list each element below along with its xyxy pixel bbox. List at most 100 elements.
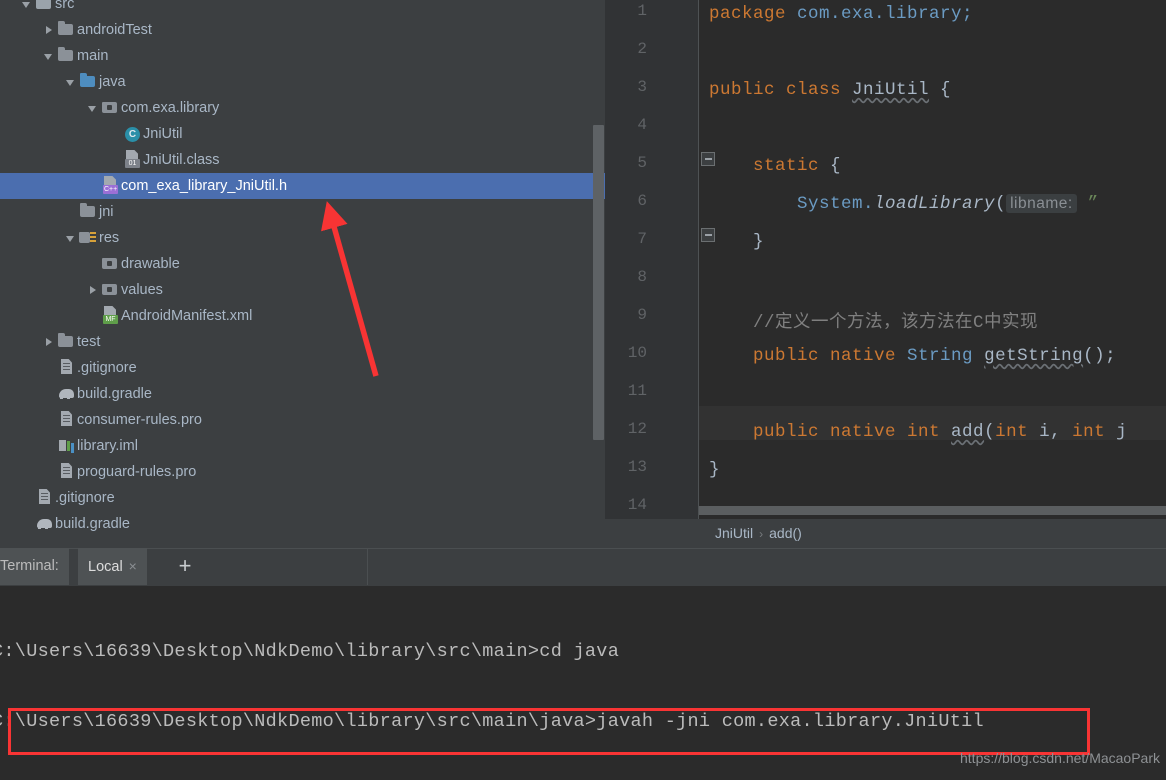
chevron-down-icon[interactable]: [44, 43, 57, 69]
code-token: loadLibrary: [874, 194, 996, 214]
breadcrumb[interactable]: JniUtil › add(): [715, 519, 802, 548]
code-token: com.exa.library;: [797, 4, 974, 24]
code-token: }: [709, 232, 765, 252]
tree-arrow-placeholder: [44, 381, 57, 407]
tree-item-androidtest[interactable]: androidTest: [0, 17, 605, 43]
line-number: 10: [627, 344, 647, 362]
chevron-right-icon[interactable]: [88, 277, 101, 303]
tree-item-build-gradle[interactable]: build.gradle: [0, 511, 605, 537]
code-line[interactable]: System.loadLibrary(libname: ”: [709, 194, 1099, 214]
line-number: 14: [627, 496, 647, 514]
tree-arrow-placeholder: [44, 355, 57, 381]
tree-arrow-placeholder: [110, 121, 123, 147]
code-line[interactable]: public native String getString();: [709, 346, 1116, 366]
add-terminal-tab-button[interactable]: +: [170, 548, 200, 585]
iml-module-file-icon: [57, 433, 77, 459]
editor-gutter[interactable]: 1 2 3 4 5 6 7 8 9 10 11 12 13 14: [605, 0, 699, 519]
tree-item-jniutil-class[interactable]: JniUtil.class: [0, 147, 605, 173]
code-token: public native int: [753, 422, 952, 442]
watermark: https://blog.csdn.net/MacaoPark: [960, 750, 1160, 766]
res-folder-icon: [79, 225, 99, 251]
chevron-down-icon[interactable]: [22, 0, 35, 17]
line-number: 8: [637, 268, 647, 286]
ide-window: srcandroidTest main java com.exa.library Jni…: [0, 0, 1166, 780]
terminal-tab-local[interactable]: Local ×: [78, 548, 147, 585]
chevron-down-icon[interactable]: [66, 225, 79, 251]
tree-item-main[interactable]: main: [0, 43, 605, 69]
code-line[interactable]: static {: [709, 156, 841, 176]
folder-icon: [57, 43, 77, 69]
tree-item-gitignore[interactable]: .gitignore: [0, 355, 605, 381]
chevron-right-icon[interactable]: [44, 17, 57, 43]
tree-arrow-placeholder: [88, 251, 101, 277]
tree-item-consumer-rules-pro[interactable]: consumer-rules.pro: [0, 407, 605, 433]
chevron-right-icon[interactable]: [44, 329, 57, 355]
code-token: package: [709, 4, 798, 24]
terminal-title: Terminal:: [0, 548, 69, 585]
code-token: {: [929, 80, 952, 100]
chevron-down-icon[interactable]: [66, 69, 79, 95]
tree-item-label: JniUtil.class: [143, 152, 220, 168]
code-editor[interactable]: 1 2 3 4 5 6 7 8 9 10 11 12 13 14 package com.exa.libr…: [605, 0, 1166, 548]
code-line[interactable]: }: [709, 232, 764, 252]
editor-horizontal-scrollbar[interactable]: [699, 506, 1166, 515]
tree-item-src[interactable]: src: [0, 0, 605, 17]
tree-item-proguard-rules-pro[interactable]: proguard-rules.pro: [0, 459, 605, 485]
tree-item-gitignore[interactable]: .gitignore: [0, 485, 605, 511]
close-icon[interactable]: ×: [123, 558, 137, 574]
manifest-file-icon: [101, 303, 121, 329]
folder-icon: [79, 199, 99, 225]
code-line[interactable]: //定义一个方法，该方法在C中实现: [709, 308, 1038, 333]
code-line[interactable]: public class JniUtil {: [709, 80, 951, 100]
project-tree-scrollbar[interactable]: [593, 125, 604, 440]
code-line[interactable]: }: [709, 460, 720, 480]
project-tool-window[interactable]: srcandroidTest main java com.exa.library Jni…: [0, 0, 605, 548]
tree-item-label: values: [121, 282, 163, 298]
breadcrumb-method[interactable]: add(): [769, 525, 802, 541]
code-line[interactable]: package com.exa.library;: [709, 4, 973, 24]
tree-item-res[interactable]: res: [0, 225, 605, 251]
tree-item-com-exa-library[interactable]: com.exa.library: [0, 95, 605, 121]
tree-item-jni[interactable]: jni: [0, 199, 605, 225]
package-folder-icon: [101, 95, 121, 121]
tree-item-library-iml[interactable]: library.iml: [0, 433, 605, 459]
folder-blue-icon: [79, 69, 99, 95]
tree-item-label: com.exa.library: [121, 100, 220, 116]
code-token: i,: [1028, 422, 1073, 442]
fold-region-start-icon[interactable]: [701, 152, 715, 166]
tree-item-androidmanifest-xml[interactable]: AndroidManifest.xml: [0, 303, 605, 329]
breadcrumb-class[interactable]: JniUtil: [715, 525, 753, 541]
text-file-icon: [57, 355, 77, 381]
chevron-down-icon[interactable]: [88, 95, 101, 121]
tree-item-label: java: [99, 74, 126, 90]
tree-arrow-placeholder: [22, 511, 35, 537]
tree-item-label: .gitignore: [77, 360, 137, 376]
line-number: 9: [637, 306, 647, 324]
tree-item-com-exa-library-jniutil-h[interactable]: com_exa_library_JniUtil.h: [0, 173, 605, 199]
package-folder-icon: [101, 251, 121, 277]
tree-item-values[interactable]: values: [0, 277, 605, 303]
code-line[interactable]: public native int add(int i, int j: [709, 422, 1127, 442]
tree-item-jniutil[interactable]: JniUtil: [0, 121, 605, 147]
fold-region-end-icon[interactable]: [701, 228, 715, 242]
tree-item-label: com_exa_library_JniUtil.h: [121, 178, 288, 194]
tree-item-build-gradle[interactable]: build.gradle: [0, 381, 605, 407]
tree-item-test[interactable]: test: [0, 329, 605, 355]
tree-item-drawable[interactable]: drawable: [0, 251, 605, 277]
tree-item-java[interactable]: java: [0, 69, 605, 95]
tree-arrow-placeholder: [22, 485, 35, 511]
folder-icon: [57, 329, 77, 355]
tree-item-label: drawable: [121, 256, 180, 272]
editor-code-area[interactable]: package com.exa.library; public class Jni…: [699, 0, 1166, 519]
